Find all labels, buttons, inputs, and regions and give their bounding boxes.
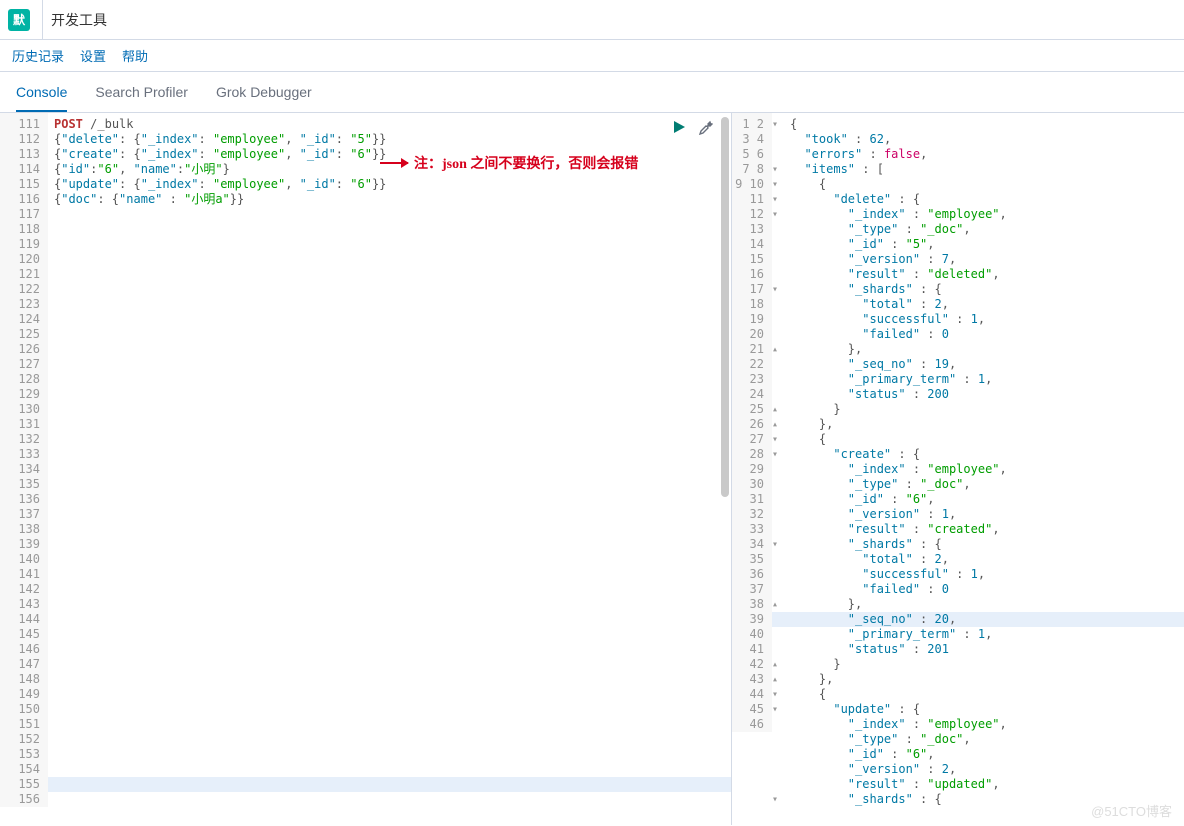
app-badge[interactable]: 默 xyxy=(8,9,30,31)
topbar: 默 开发工具 xyxy=(0,0,1184,40)
menu-help[interactable]: 帮助 xyxy=(122,46,148,65)
annotation-note: 注：json 之间不要换行，否则会报错 xyxy=(380,153,638,173)
response-editor[interactable]: { "took" : 62, "errors" : false, "items"… xyxy=(784,113,1184,811)
response-gutter: 1 2 3 4 5 6 7 8 9 10 11 12 13 14 15 16 1… xyxy=(732,113,772,732)
tab-search-profiler[interactable]: Search Profiler xyxy=(95,84,188,112)
response-pane[interactable]: ⋮ 1 2 3 4 5 6 7 8 9 10 11 12 13 14 15 16… xyxy=(732,113,1184,825)
arrow-icon xyxy=(380,162,408,164)
watermark: @51CTO博客 xyxy=(1091,801,1172,820)
app-title: 开发工具 xyxy=(42,0,107,39)
current-line-highlight xyxy=(0,777,731,792)
menubar: 历史记录 设置 帮助 xyxy=(0,40,1184,72)
fold-column[interactable]: ▾▾▾▾▾▾▴▴▴▾▾▾▴▴▴▾▾▾ xyxy=(772,113,784,807)
scrollbar-thumb[interactable] xyxy=(721,117,729,497)
run-icon[interactable] xyxy=(671,119,687,138)
request-pane[interactable]: 111 112 113 114 115 116 117 118 119 120 … xyxy=(0,113,732,825)
editor-actions xyxy=(671,119,713,138)
wrench-icon[interactable] xyxy=(697,119,713,138)
menu-history[interactable]: 历史记录 xyxy=(12,46,64,65)
tab-bar: Console Search Profiler Grok Debugger xyxy=(0,72,1184,113)
menu-settings[interactable]: 设置 xyxy=(80,46,106,65)
editors: 111 112 113 114 115 116 117 118 119 120 … xyxy=(0,113,1184,825)
tab-grok-debugger[interactable]: Grok Debugger xyxy=(216,84,312,112)
annotation-text: 注：json 之间不要换行，否则会报错 xyxy=(414,153,638,173)
request-gutter: 111 112 113 114 115 116 117 118 119 120 … xyxy=(0,113,48,807)
tab-console[interactable]: Console xyxy=(16,84,67,112)
